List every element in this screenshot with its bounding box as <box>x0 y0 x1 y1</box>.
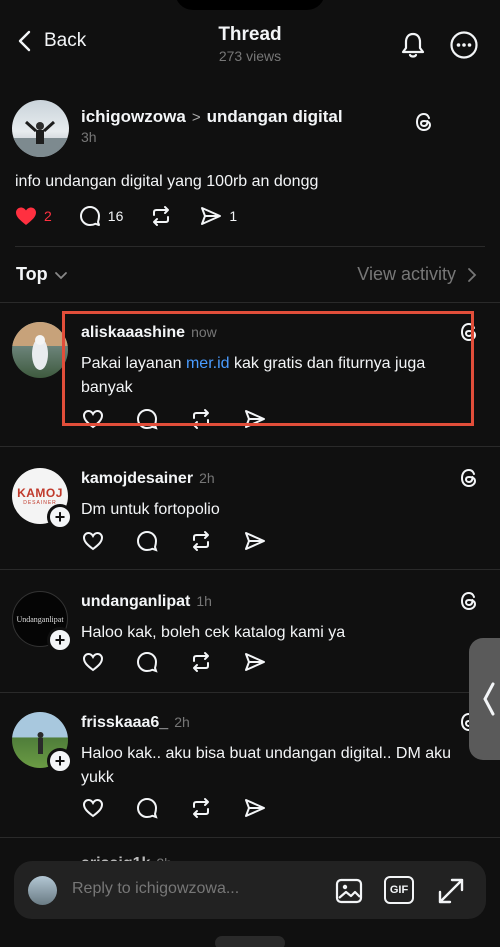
comment-button[interactable]: 16 <box>78 204 124 228</box>
reply-text: Dm untuk fortopolio <box>81 501 220 518</box>
share-icon[interactable] <box>243 529 267 553</box>
chevron-down-icon <box>54 271 67 279</box>
post-time: 3h <box>81 129 97 145</box>
divider <box>0 692 500 693</box>
like-count: 2 <box>44 208 52 224</box>
post-author[interactable]: ichigowzowa > undangan digital <box>81 107 343 127</box>
reply-time: 2h <box>199 470 215 486</box>
reply-time: 1h <box>196 593 212 609</box>
share-icon[interactable] <box>243 650 267 674</box>
reply-text: Haloo kak, boleh cek katalog kami ya <box>81 624 346 641</box>
avatar-logo-text: KAMOJ <box>17 486 63 500</box>
highlight-box <box>62 311 474 426</box>
view-activity-link[interactable]: View activity <box>357 264 478 285</box>
threads-icon[interactable] <box>412 110 436 134</box>
post-text: info undangan digital yang 100rb an dong… <box>15 173 319 190</box>
reply-actions <box>81 650 267 674</box>
threads-icon[interactable] <box>457 589 481 613</box>
comment-icon[interactable] <box>135 650 159 674</box>
chevron-left-icon <box>483 682 495 716</box>
avatar-logo-text: Undanganlipat <box>16 614 64 624</box>
expand-icon[interactable] <box>436 876 466 906</box>
gif-button[interactable]: GIF <box>384 876 414 904</box>
divider <box>0 302 500 303</box>
repost-icon[interactable] <box>189 529 213 553</box>
post-topic[interactable]: undangan digital <box>207 107 343 127</box>
share-icon <box>201 207 222 225</box>
header: Back Thread 273 views <box>0 0 500 80</box>
heart-icon <box>16 207 36 225</box>
image-icon[interactable] <box>334 876 364 906</box>
repost-icon <box>153 206 170 226</box>
side-panel-handle[interactable] <box>469 638 500 760</box>
more-icon[interactable] <box>449 30 479 60</box>
reply-username[interactable]: undanganlipat <box>81 593 190 610</box>
sort-dropdown[interactable]: Top <box>16 264 68 285</box>
comment-icon[interactable] <box>135 529 159 553</box>
comment-count: 16 <box>107 208 124 224</box>
avatar[interactable] <box>12 100 69 157</box>
repost-icon[interactable] <box>189 650 213 674</box>
share-button[interactable]: 1 <box>199 204 237 228</box>
bell-icon[interactable] <box>398 30 428 60</box>
post-actions: 2 16 1 <box>14 204 263 228</box>
reply-composer[interactable]: Reply to ichigowzowa... GIF <box>14 861 486 919</box>
share-icon[interactable] <box>243 796 267 820</box>
follow-plus-button[interactable]: + <box>47 748 73 774</box>
reply-author[interactable]: kamojdesainer 2h <box>81 470 215 488</box>
divider <box>0 837 500 838</box>
heart-icon[interactable] <box>81 796 105 820</box>
separator: > <box>191 108 201 126</box>
repost-icon[interactable] <box>189 796 213 820</box>
view-activity-label: View activity <box>357 264 456 284</box>
reply-time: 2h <box>174 714 190 730</box>
threads-icon[interactable] <box>457 466 481 490</box>
reply-author[interactable]: undanganlipat 1h <box>81 593 212 611</box>
avatar-photo <box>12 120 69 157</box>
follow-plus-button[interactable]: + <box>47 504 73 530</box>
share-count: 1 <box>229 208 238 224</box>
reply-actions <box>81 796 267 820</box>
divider <box>0 569 500 570</box>
avatar-photo <box>12 322 68 370</box>
post-username[interactable]: ichigowzowa <box>81 107 186 127</box>
reply-author[interactable]: frisskaaa6_ 2h <box>81 714 190 732</box>
sort-label: Top <box>16 264 48 284</box>
avatar <box>28 876 57 905</box>
reply-actions <box>81 529 267 553</box>
reply-input[interactable]: Reply to ichigowzowa... <box>72 880 239 898</box>
heart-icon[interactable] <box>81 650 105 674</box>
divider <box>15 246 485 247</box>
sort-row: Top View activity <box>0 262 500 288</box>
reply-text: Haloo kak.. aku bisa buat undangan digit… <box>81 745 452 786</box>
reply-username[interactable]: kamojdesainer <box>81 470 193 487</box>
reply-username[interactable]: frisskaaa6_ <box>81 714 168 731</box>
like-button[interactable]: 2 <box>14 204 52 228</box>
avatar[interactable] <box>12 322 68 378</box>
home-indicator <box>215 936 285 947</box>
follow-plus-button[interactable]: + <box>47 627 73 653</box>
comment-icon <box>79 206 100 226</box>
repost-button[interactable] <box>149 204 173 228</box>
avatar-logo-subtext: DESAINER <box>23 500 57 506</box>
comment-icon[interactable] <box>135 796 159 820</box>
heart-icon[interactable] <box>81 529 105 553</box>
chevron-right-icon <box>468 267 477 282</box>
divider <box>0 446 500 447</box>
